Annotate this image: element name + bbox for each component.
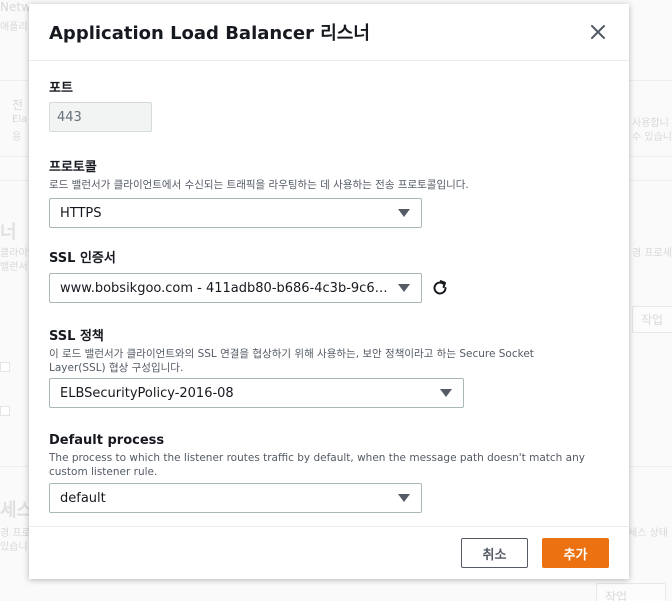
- close-icon: [591, 25, 605, 39]
- chevron-down-icon: [398, 494, 410, 502]
- ssl-certificate-label: SSL 인증서: [49, 251, 116, 266]
- port-field: 포트: [49, 80, 609, 97]
- ssl-certificate-field: SSL 인증서: [49, 250, 609, 267]
- protocol-label: 프로토콜: [49, 160, 97, 175]
- port-label: 포트: [49, 81, 73, 96]
- protocol-value: HTTPS: [60, 205, 102, 221]
- add-button[interactable]: 추가: [542, 538, 609, 568]
- modal-title: Application Load Balancer 리스너: [49, 23, 370, 44]
- protocol-description: 로드 밸런서가 클라이언트에서 수신되는 트래픽을 라우팅하는 데 사용하는 전…: [49, 179, 469, 191]
- modal-body: 포트 443 프로토콜 로드 밸런서가 클라이언트에서 수신되는 트래픽을 라우…: [29, 62, 629, 526]
- default-process-value: default: [60, 490, 106, 506]
- default-process-field: Default process The process to which the…: [49, 432, 609, 479]
- modal-footer: 취소 추가: [29, 526, 629, 579]
- ssl-policy-value: ELBSecurityPolicy-2016-08: [60, 385, 234, 401]
- default-process-description: The process to which the listener routes…: [49, 452, 585, 478]
- chevron-down-icon: [440, 389, 452, 397]
- cancel-button[interactable]: 취소: [461, 538, 528, 568]
- default-process-select[interactable]: default: [49, 483, 422, 513]
- port-input: 443: [49, 102, 152, 132]
- ssl-policy-select[interactable]: ELBSecurityPolicy-2016-08: [49, 378, 464, 408]
- close-button[interactable]: [587, 21, 609, 43]
- protocol-field: 프로토콜 로드 밸런서가 클라이언트에서 수신되는 트래픽을 라우팅하는 데 사…: [49, 159, 609, 192]
- ssl-policy-field: SSL 정책 이 로드 밸런서가 클라이언트와의 SSL 연결을 협상하기 위해…: [49, 328, 609, 375]
- ssl-certificate-value: www.bobsikgoo.com - 411adb80-b686-4c3b-9…: [60, 280, 395, 296]
- default-process-label: Default process: [49, 433, 165, 448]
- listener-modal: Application Load Balancer 리스너 포트 443 프로토…: [29, 4, 629, 579]
- refresh-certificates-button[interactable]: [429, 277, 451, 299]
- modal-header: Application Load Balancer 리스너: [29, 4, 629, 61]
- protocol-select[interactable]: HTTPS: [49, 198, 422, 228]
- ssl-policy-label: SSL 정책: [49, 329, 104, 344]
- ssl-policy-description: 이 로드 밸런서가 클라이언트와의 SSL 연결을 협상하기 위해 사용하는, …: [49, 348, 534, 374]
- chevron-down-icon: [398, 284, 410, 292]
- chevron-down-icon: [398, 209, 410, 217]
- refresh-icon: [433, 280, 447, 295]
- ssl-certificate-select[interactable]: www.bobsikgoo.com - 411adb80-b686-4c3b-9…: [49, 273, 422, 303]
